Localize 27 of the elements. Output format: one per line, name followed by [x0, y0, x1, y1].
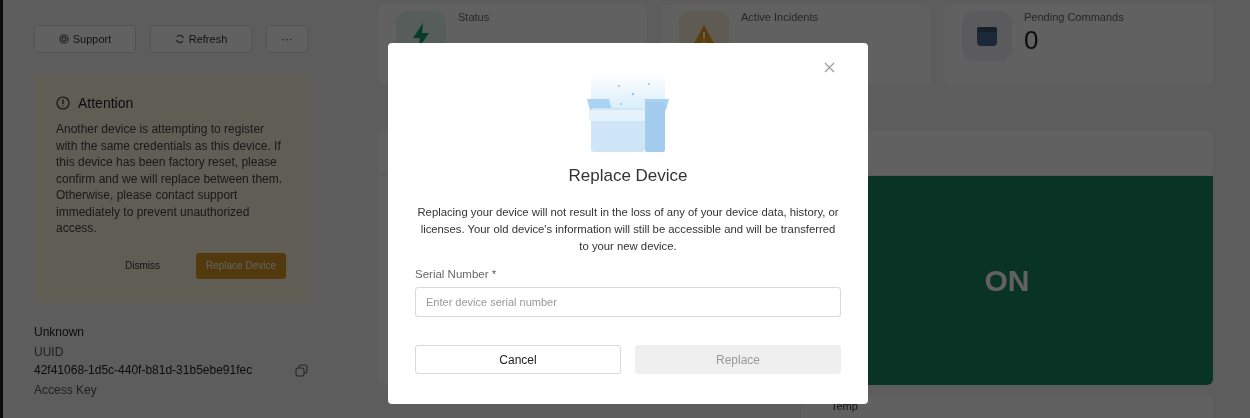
stat-value: 0 [1024, 25, 1040, 56]
close-icon[interactable] [824, 62, 835, 73]
stat-label: Pending Commands [1024, 11, 1124, 23]
power-state-text: ON [984, 263, 1030, 298]
field-label: Access Key [34, 383, 98, 397]
field-value: Unknown [34, 325, 85, 339]
refresh-button[interactable]: Refresh [150, 25, 252, 53]
stat-label: Active Incidents [741, 11, 819, 23]
refresh-icon [174, 34, 185, 44]
info-icon [56, 96, 70, 110]
cancel-button[interactable]: Cancel [415, 345, 621, 374]
more-button[interactable]: ··· [266, 25, 308, 53]
field-label: Serial Number * [415, 268, 498, 280]
dismiss-button[interactable]: Dismiss [114, 252, 170, 279]
field-value: 42f41068-1d5c-440f-b81d-31b5ebe91fec [34, 363, 253, 377]
alert-title: Attention [78, 95, 134, 111]
support-button[interactable]: Support [34, 25, 136, 53]
replace-device-button[interactable]: Replace Device [195, 252, 286, 279]
calendar-icon [976, 25, 998, 47]
serial-number-field[interactable]: Enter device serial number [415, 287, 841, 317]
dialog-title: Replace Device [568, 166, 688, 186]
alert-message: Another device is attempting to register with the same credentials as this device. If this device has been factory reset, please confirm and we will replace between them. Otherwise, please contact support immediately to prevent unauthorized access. [56, 121, 284, 237]
field-label: UUID [34, 345, 65, 359]
copy-icon[interactable] [295, 363, 308, 377]
lifebuoy-icon [58, 34, 69, 44]
dialog-description: Replacing your device will not result in the loss of any of your device data, history, or licenses. Your old device's information will still be accessible and will be transferred to your new device. [416, 205, 840, 254]
stat-label: Status [458, 11, 490, 23]
